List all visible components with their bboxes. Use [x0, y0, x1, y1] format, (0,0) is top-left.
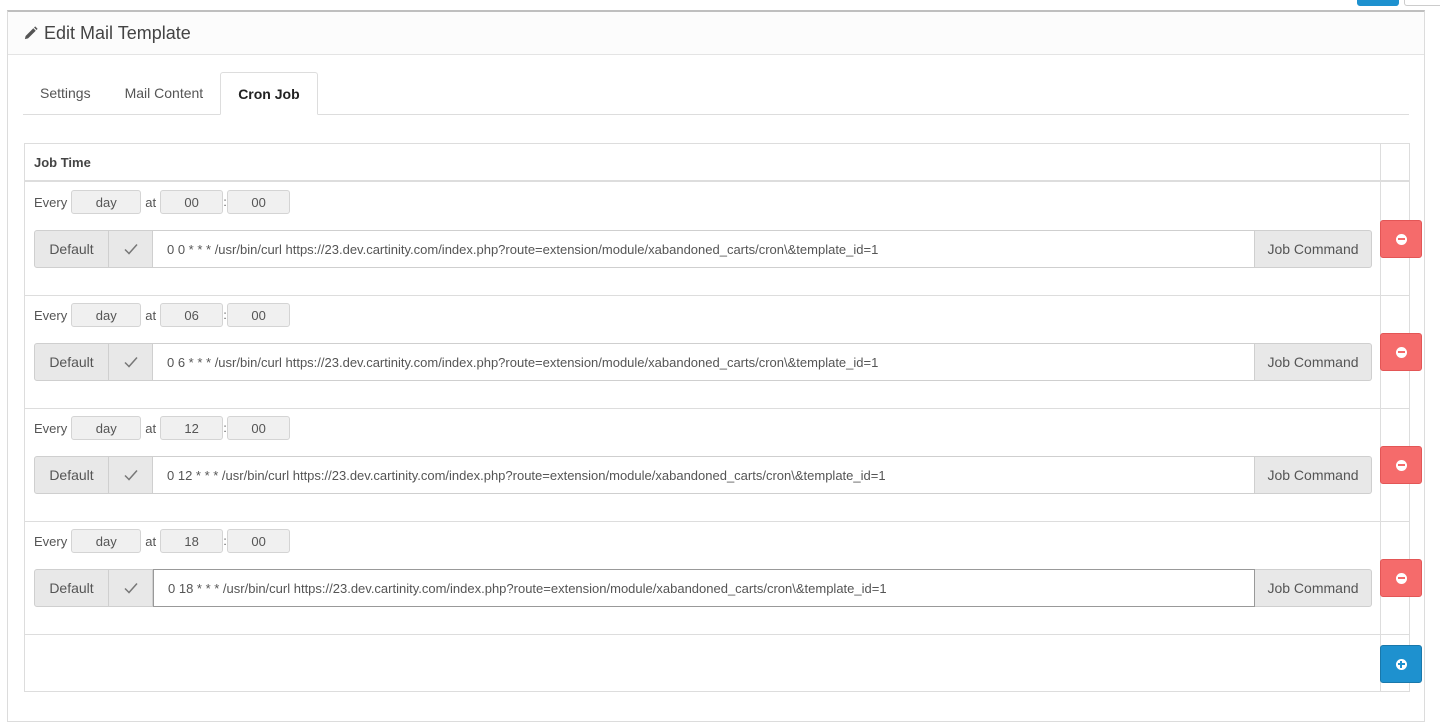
at-label: at [145, 194, 157, 210]
minus-circle-icon [1395, 459, 1407, 471]
minus-circle-icon [1395, 233, 1407, 245]
edit-template-panel: Edit Mail Template Settings Mail Content… [7, 10, 1425, 722]
job-command-addon: Job Command [1255, 456, 1372, 494]
minute-select[interactable]: 00 [227, 190, 291, 214]
job-command-addon: Job Command [1255, 569, 1372, 607]
pencil-icon [24, 25, 38, 39]
check-icon [123, 357, 138, 368]
minute-select[interactable]: 00 [227, 416, 291, 440]
check-icon [123, 583, 138, 594]
job-command-input[interactable]: 0 6 * * * /usr/bin/curl https://23.dev.c… [153, 343, 1255, 381]
add-job-button[interactable] [1380, 645, 1422, 683]
schedule-line: Every day at 00 : 00 [34, 190, 291, 214]
page-title: Edit Mail Template [23, 23, 191, 44]
at-label: at [145, 420, 157, 436]
job-command-addon: Job Command [1255, 230, 1372, 268]
check-button[interactable] [109, 569, 153, 607]
at-label: at [145, 533, 157, 549]
cron-job-table: Job Time Every day at 00 : 00 Default 0 … [24, 143, 1410, 692]
hour-select[interactable]: 18 [160, 529, 224, 553]
hour-select[interactable]: 12 [160, 416, 224, 440]
at-label: at [145, 307, 157, 323]
schedule-line: Every day at 06 : 00 [34, 303, 291, 327]
page-title-text: Edit Mail Template [44, 22, 191, 43]
every-label: Every [34, 194, 68, 210]
period-select[interactable]: day [71, 190, 142, 214]
period-select[interactable]: day [71, 303, 142, 327]
every-label: Every [34, 420, 68, 436]
remove-job-button[interactable] [1380, 220, 1422, 258]
remove-job-button[interactable] [1380, 333, 1422, 371]
top-secondary-button[interactable] [1404, 0, 1440, 6]
job-command-input[interactable]: 0 18 * * * /usr/bin/curl https://23.dev.… [153, 569, 1255, 607]
remove-job-button[interactable] [1380, 446, 1422, 484]
minus-circle-icon [1395, 572, 1407, 584]
tab-settings[interactable]: Settings [23, 71, 108, 114]
check-button[interactable] [109, 343, 153, 381]
command-input-group: Default 0 0 * * * /usr/bin/curl https://… [34, 230, 1372, 268]
plus-circle-icon [1395, 658, 1407, 670]
top-strip [0, 0, 1440, 10]
job-time-header: Job Time [34, 155, 91, 170]
default-button[interactable]: Default [34, 230, 109, 268]
job-row: Every day at 12 : 00 Default 0 12 * * * … [25, 409, 1409, 522]
job-command-input[interactable]: 0 0 * * * /usr/bin/curl https://23.dev.c… [153, 230, 1255, 268]
check-icon [123, 244, 138, 255]
check-button[interactable] [109, 230, 153, 268]
panel-heading: Edit Mail Template [8, 12, 1424, 55]
period-select[interactable]: day [71, 416, 142, 440]
minus-circle-icon [1395, 346, 1407, 358]
job-command-addon: Job Command [1255, 343, 1372, 381]
check-button[interactable] [109, 456, 153, 494]
schedule-line: Every day at 18 : 00 [34, 529, 291, 553]
every-label: Every [34, 307, 68, 323]
job-command-input[interactable]: 0 12 * * * /usr/bin/curl https://23.dev.… [153, 456, 1255, 494]
table-header: Job Time [25, 144, 1409, 182]
command-input-group: Default 0 12 * * * /usr/bin/curl https:/… [34, 456, 1372, 494]
hour-select[interactable]: 06 [160, 303, 224, 327]
default-button[interactable]: Default [34, 456, 109, 494]
minute-select[interactable]: 00 [227, 529, 291, 553]
command-input-group: Default 0 6 * * * /usr/bin/curl https://… [34, 343, 1372, 381]
job-row: Every day at 00 : 00 Default 0 0 * * * /… [25, 183, 1409, 296]
top-primary-button[interactable] [1357, 0, 1399, 6]
remove-job-button[interactable] [1380, 559, 1422, 597]
hour-select[interactable]: 00 [160, 190, 224, 214]
default-button[interactable]: Default [34, 569, 109, 607]
tab-cron-job[interactable]: Cron Job [220, 72, 318, 115]
schedule-line: Every day at 12 : 00 [34, 416, 291, 440]
minute-select[interactable]: 00 [227, 303, 291, 327]
tab-bar: Settings Mail Content Cron Job [23, 72, 1409, 115]
command-input-group: Default 0 18 * * * /usr/bin/curl https:/… [34, 569, 1372, 607]
every-label: Every [34, 533, 68, 549]
check-icon [123, 470, 138, 481]
default-button[interactable]: Default [34, 343, 109, 381]
job-row: Every day at 06 : 00 Default 0 6 * * * /… [25, 296, 1409, 409]
job-row: Every day at 18 : 00 Default 0 18 * * * … [25, 522, 1409, 635]
tab-mail-content[interactable]: Mail Content [108, 71, 221, 114]
period-select[interactable]: day [71, 529, 142, 553]
